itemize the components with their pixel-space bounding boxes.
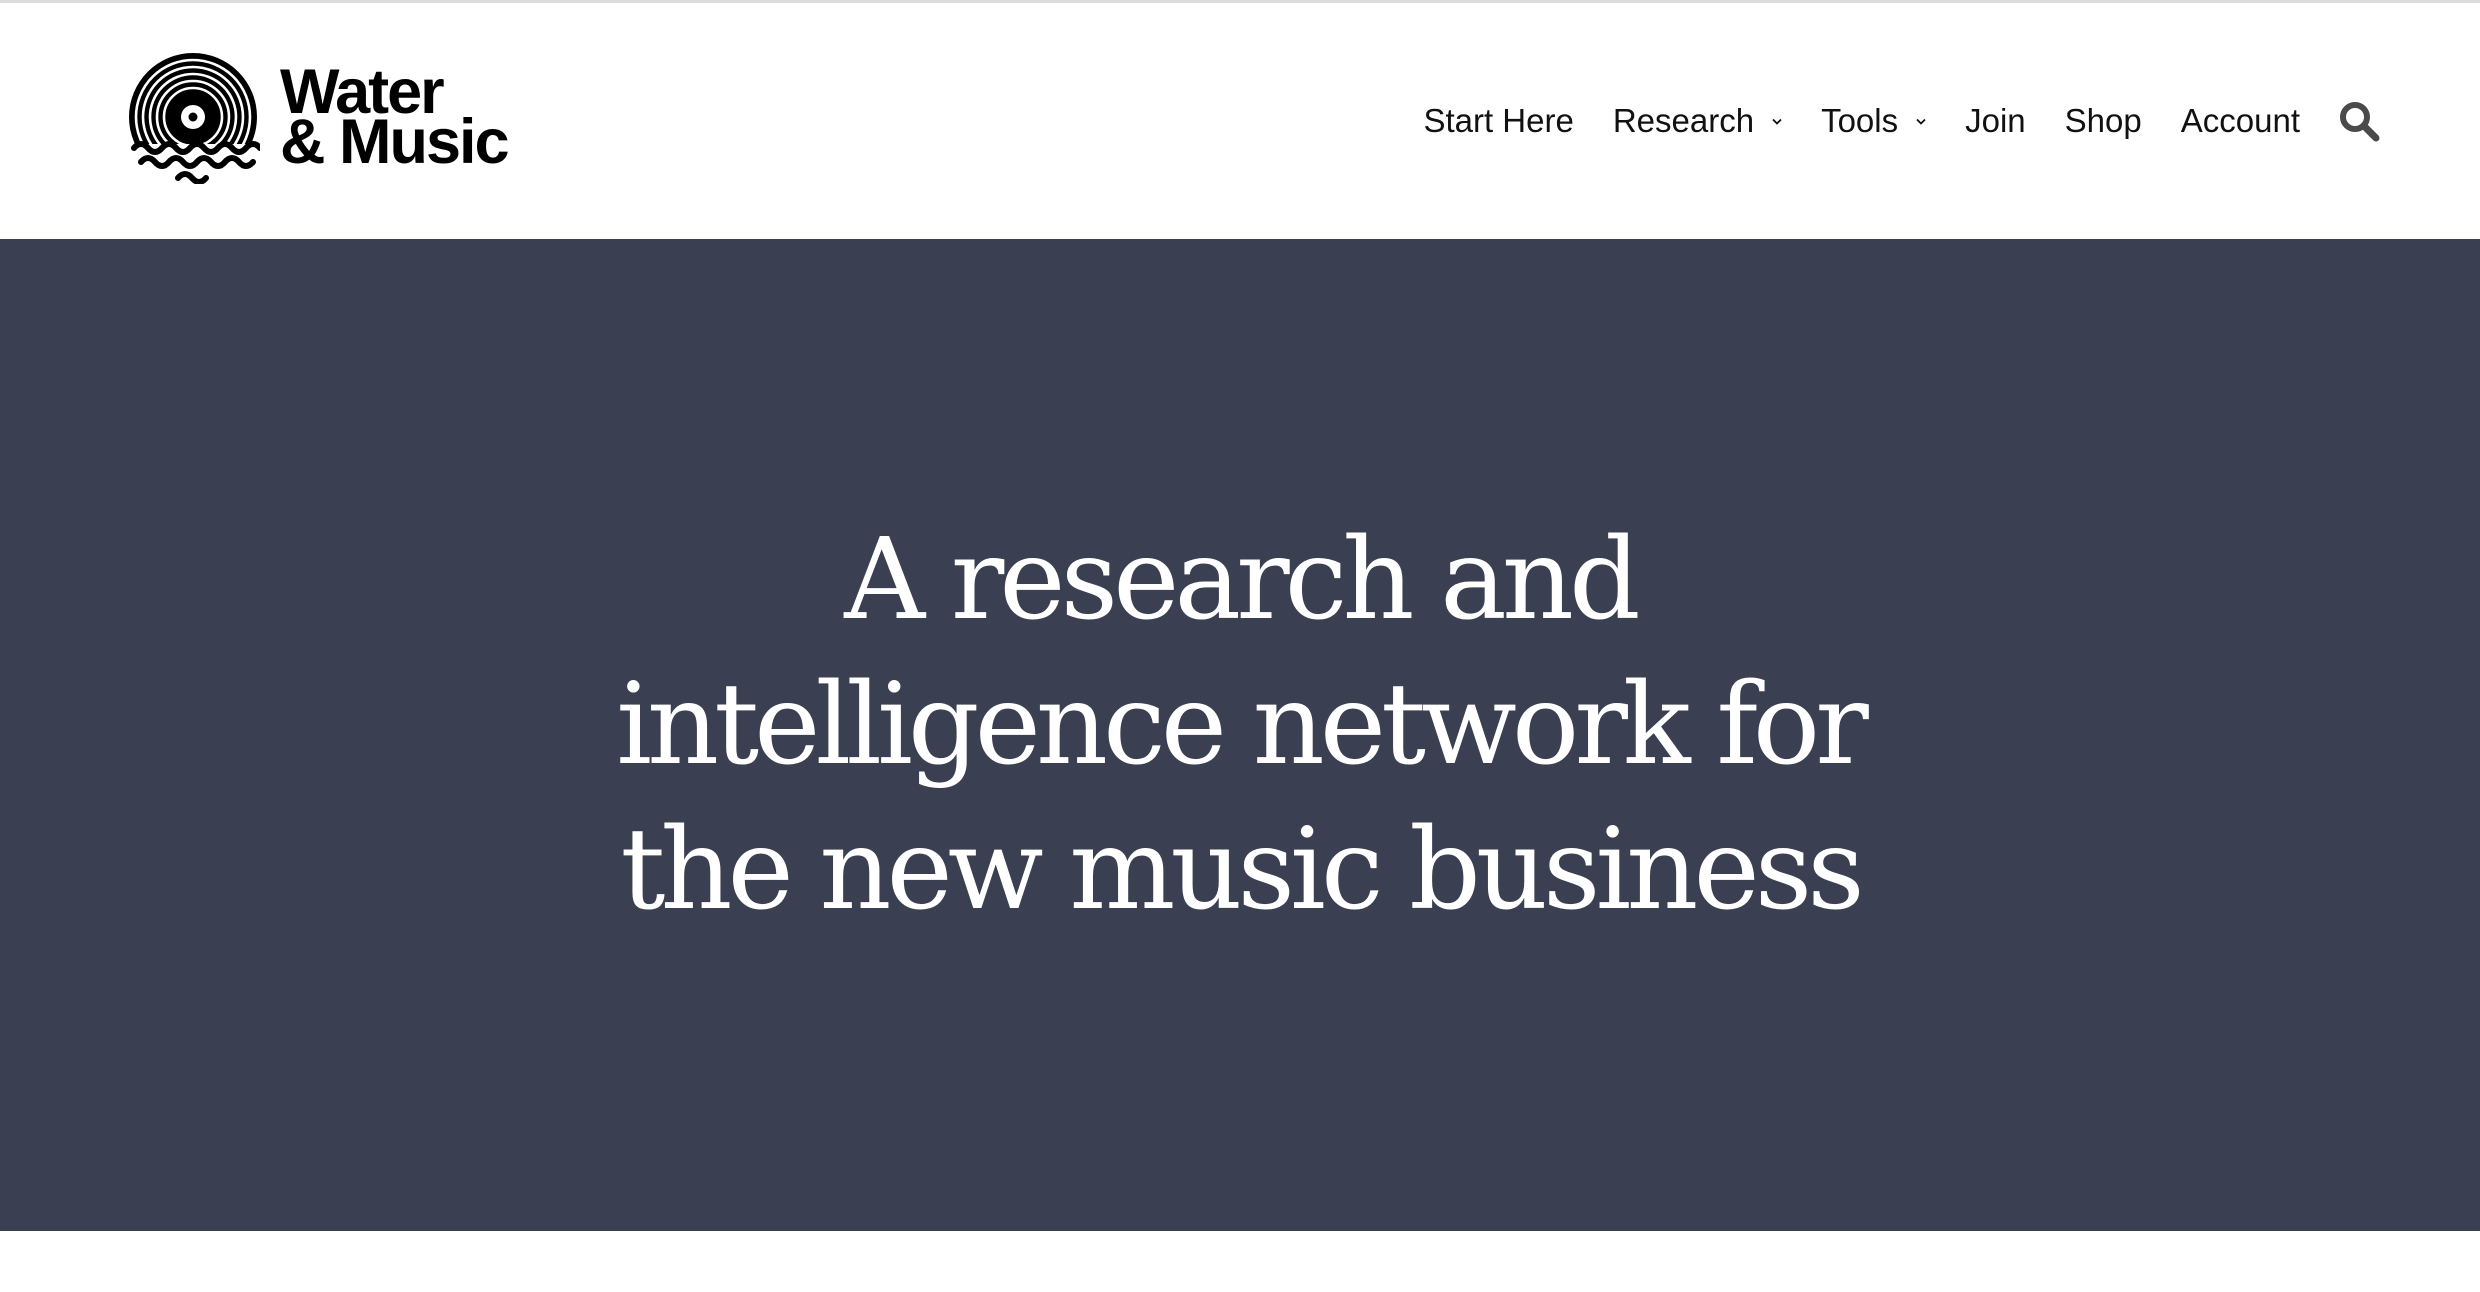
search-icon[interactable]: [2338, 100, 2380, 142]
nav-item-shop[interactable]: Shop: [2065, 102, 2142, 140]
nav-item-label: Tools: [1821, 102, 1899, 139]
page: Water & Music Start Here Research Tools: [0, 0, 2480, 1292]
brand-wordmark: Water & Music: [280, 61, 510, 177]
main-nav: Start Here Research Tools Join Shop Acco…: [1423, 3, 2380, 239]
nav-item-start-here[interactable]: Start Here: [1423, 102, 1573, 140]
hero-banner: A research and intelligence network for …: [0, 239, 2480, 1231]
site-header: Water & Music Start Here Research Tools: [0, 3, 2480, 239]
nav-item-label: Start Here: [1423, 102, 1574, 139]
nav-item-label: Shop: [2064, 102, 2142, 139]
nav-item-label: Account: [2180, 102, 2300, 139]
vinyl-record-waves-icon: [129, 53, 260, 184]
nav-item-join[interactable]: Join: [1965, 102, 2026, 140]
hero-title: A research and intelligence network for …: [616, 514, 1869, 935]
nav-item-tools[interactable]: Tools: [1821, 102, 1926, 140]
chevron-down-icon: [1916, 118, 1926, 125]
nav-item-research[interactable]: Research: [1613, 102, 1782, 140]
nav-item-label: Research: [1612, 102, 1755, 139]
chevron-down-icon: [1772, 118, 1782, 125]
brand-logo-link[interactable]: Water & Music: [126, 47, 510, 187]
brand-line-2: & Music: [280, 107, 510, 177]
nav-item-label: Join: [1965, 102, 2026, 139]
nav-item-account[interactable]: Account: [2181, 102, 2300, 140]
